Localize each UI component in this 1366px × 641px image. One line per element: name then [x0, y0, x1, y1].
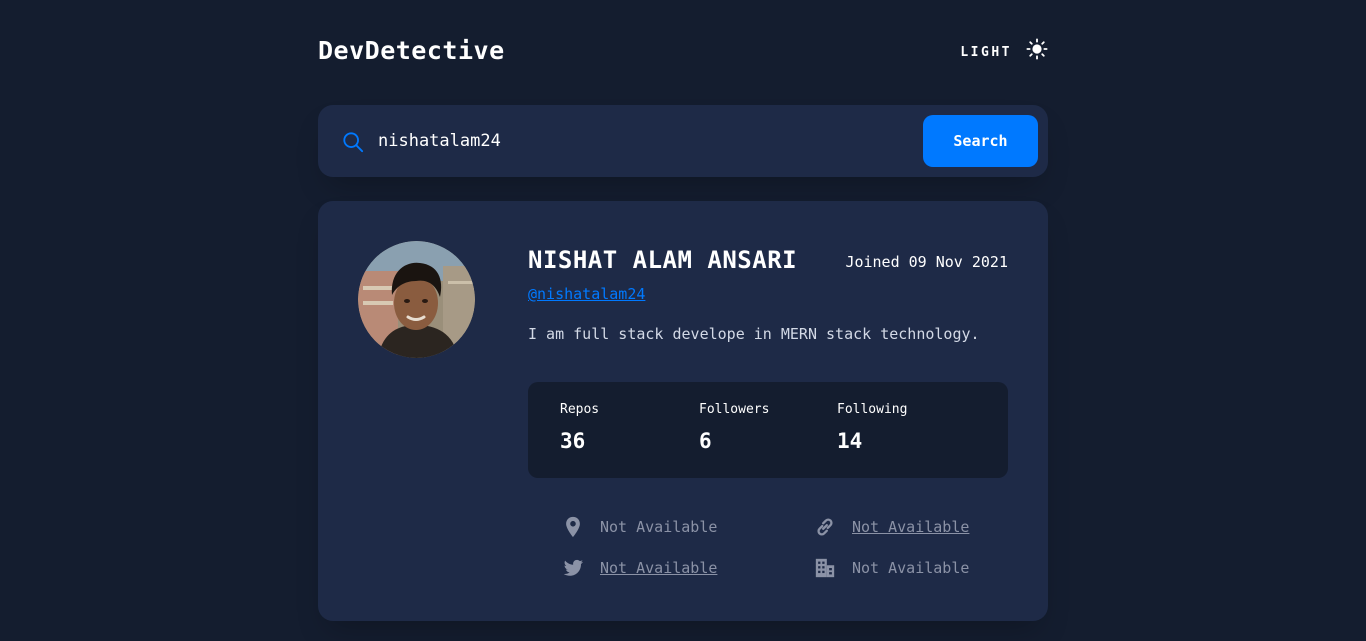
twitter-link[interactable]: Not Available	[600, 559, 717, 577]
profile-links: Not Available Not Available Not Availabl…	[528, 512, 1008, 592]
stat-label: Repos	[560, 402, 600, 417]
theme-toggle-label: LIGHT	[960, 44, 1012, 60]
website-item[interactable]: Not Available	[814, 516, 969, 538]
header: DevDetective LIGHT	[318, 34, 1048, 68]
building-icon	[815, 558, 835, 578]
location-pin-icon	[566, 516, 580, 538]
app-title: DevDetective	[318, 36, 505, 65]
stat-followers: Followers 6	[699, 402, 769, 453]
stat-label: Following	[837, 402, 908, 417]
stat-value: 14	[837, 429, 863, 453]
company-item: Not Available	[814, 557, 969, 579]
company-text: Not Available	[852, 559, 970, 577]
stats-panel: Repos 36 Followers 6 Following 14	[528, 382, 1008, 478]
stat-label: Followers	[699, 402, 770, 417]
search-button[interactable]: Search	[923, 115, 1038, 167]
twitter-item[interactable]: Not Available	[562, 557, 717, 579]
link-icon	[817, 518, 833, 536]
profile-handle-link[interactable]: @nishatalam24	[528, 285, 645, 303]
twitter-icon	[563, 559, 584, 576]
profile-bio: I am full stack develope in MERN stack t…	[528, 325, 980, 343]
location-item: Not Available	[562, 516, 717, 538]
stat-value: 36	[560, 429, 586, 453]
search-icon	[343, 132, 364, 153]
stat-value: 6	[699, 429, 712, 453]
search-input[interactable]	[378, 127, 898, 155]
stat-repos: Repos 36	[560, 402, 599, 453]
theme-toggle[interactable]: LIGHT	[960, 38, 1048, 60]
profile-card: NISHAT ALAM ANSARI Joined 09 Nov 2021 @n…	[318, 201, 1048, 621]
search-bar: Search	[318, 105, 1048, 177]
avatar	[358, 241, 475, 358]
joined-date: Joined 09 Nov 2021	[845, 253, 1008, 271]
sun-icon	[1026, 38, 1048, 60]
profile-name: NISHAT ALAM ANSARI	[528, 246, 798, 274]
stat-following: Following 14	[837, 402, 907, 453]
location-text: Not Available	[600, 518, 718, 536]
website-link[interactable]: Not Available	[852, 518, 969, 536]
